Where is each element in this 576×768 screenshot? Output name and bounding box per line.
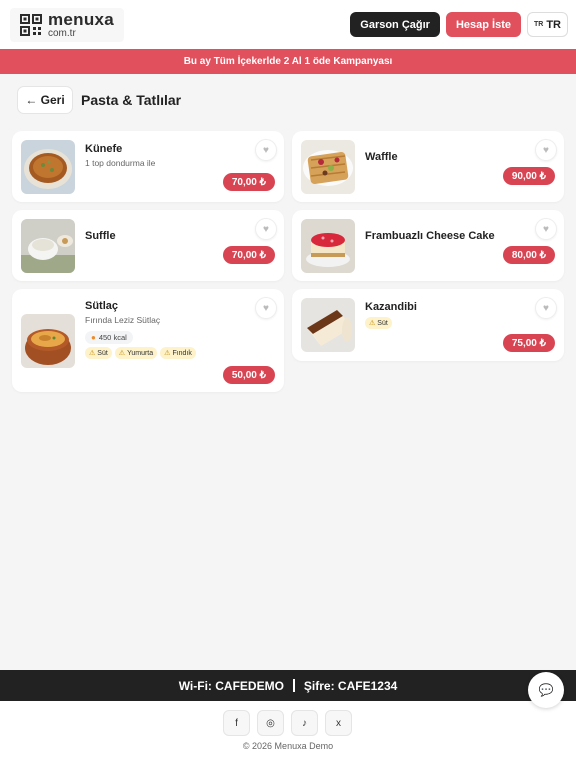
wifi-name: Wi-Fi: CAFEDEMO [178, 678, 284, 693]
warning-icon: ⚠ [89, 350, 96, 357]
heart-icon[interactable]: ♥ [535, 218, 557, 240]
price-badge: 70,00 ₺ [222, 246, 275, 264]
allergen-tag: ⚠ Süt [85, 347, 112, 359]
language-code: TR [546, 18, 561, 31]
product-card-cheesecake[interactable]: Frambuazlı Cheese Cake ♥ 80,00 ₺ [292, 210, 564, 281]
request-bill-button[interactable]: Hesap İste [445, 12, 521, 37]
logo-name: menuxa [48, 9, 115, 29]
product-name: Waffle [365, 151, 398, 163]
allergen-label: Yumurta [127, 349, 154, 357]
allergen-list: ⚠ Süt [365, 317, 392, 329]
product-name: Kazandibi [365, 301, 417, 313]
facebook-icon[interactable]: f [223, 710, 250, 736]
chat-icon[interactable]: 💬 [528, 672, 564, 708]
kazandibi-image [301, 298, 355, 352]
warning-icon: ⚠ [369, 320, 376, 327]
sutlac-image [21, 314, 75, 368]
product-name: Frambuazlı Cheese Cake [365, 230, 495, 242]
price-badge: 75,00 ₺ [502, 334, 555, 352]
heart-icon[interactable]: ♥ [535, 139, 557, 161]
suffle-image [21, 219, 75, 273]
allergen-list: ⚠ Süt ⚠ Yumurta ⚠ Fındık [85, 347, 196, 359]
calorie-badge: ● 450 kcal [85, 331, 133, 344]
price-badge: 70,00 ₺ [222, 173, 275, 191]
instagram-icon[interactable]: ◎ [257, 710, 284, 736]
allergen-label: Fındık [172, 349, 192, 357]
tiktok-icon[interactable]: ♪ [291, 710, 318, 736]
heart-icon[interactable]: ♥ [255, 139, 277, 161]
divider [292, 679, 295, 692]
subheader: ← Geri Pasta & Tatlılar [17, 86, 181, 114]
logo-text: menuxa com.tr [48, 11, 114, 39]
header: menuxa com.tr Garson Çağır Hesap İste TR… [0, 0, 576, 49]
kunefe-image [21, 140, 75, 194]
wifi-password: Şifre: CAFE1234 [303, 678, 398, 693]
price-badge: 80,00 ₺ [502, 246, 555, 264]
language-selector[interactable]: TR TR [526, 12, 568, 37]
product-card-suffle[interactable]: Suffle ♥ 70,00 ₺ [12, 210, 284, 281]
heart-icon[interactable]: ♥ [535, 297, 557, 319]
product-name: Suffle [85, 230, 116, 242]
flag-icon: TR [533, 21, 544, 28]
product-card-sutlac[interactable]: Sütlaç Fırında Leziz Sütlaç ● 450 kcal ⚠… [12, 289, 284, 392]
allergen-label: Süt [97, 349, 108, 357]
product-description: 1 top dondurma ile [85, 158, 156, 168]
call-waiter-button[interactable]: Garson Çağır [350, 12, 440, 37]
logo-domain: com.tr [48, 27, 76, 39]
logo[interactable]: menuxa com.tr [10, 7, 125, 42]
social-links: f ◎ ♪ x [223, 710, 352, 736]
allergen-tag: ⚠ Yumurta [114, 347, 158, 359]
product-description: Fırında Leziz Sütlaç [85, 315, 161, 325]
campaign-banner: Bu ay Tüm İçekerlde 2 Al 1 öde Kampanyas… [0, 49, 576, 74]
header-actions: Garson Çağır Hesap İste TR TR [350, 12, 568, 37]
product-card-kazandibi[interactable]: Kazandibi ⚠ Süt ♥ 75,00 ₺ [292, 289, 564, 361]
copyright: © 2026 Menuxa Demo [242, 741, 334, 751]
calorie-value: 450 kcal [98, 333, 127, 342]
heart-icon[interactable]: ♥ [255, 218, 277, 240]
cheesecake-image [301, 219, 355, 273]
footer: f ◎ ♪ x © 2026 Menuxa Demo [0, 701, 576, 768]
page-title: Pasta & Tatlılar [81, 92, 182, 108]
heart-icon[interactable]: ♥ [255, 297, 277, 319]
price-badge: 50,00 ₺ [222, 366, 275, 384]
product-name: Künefe [85, 143, 123, 155]
qr-code-icon [20, 13, 42, 36]
warning-icon: ⚠ [164, 350, 171, 357]
price-badge: 90,00 ₺ [502, 167, 555, 185]
x-icon[interactable]: x [325, 710, 352, 736]
flame-icon: ● [91, 333, 96, 342]
allergen-tag: ⚠ Süt [365, 317, 392, 329]
wifi-bar: Wi-Fi: CAFEDEMO Şifre: CAFE1234 [0, 670, 576, 701]
product-card-kunefe[interactable]: Künefe 1 top dondurma ile ♥ 70,00 ₺ [12, 131, 284, 202]
product-name: Sütlaç [85, 300, 119, 312]
product-card-waffle[interactable]: Waffle ♥ 90,00 ₺ [292, 131, 564, 202]
waffle-image [301, 140, 355, 194]
warning-icon: ⚠ [118, 350, 126, 357]
allergen-label: Süt [377, 319, 388, 327]
back-button[interactable]: ← Geri [17, 86, 73, 114]
allergen-tag: ⚠ Fındık [160, 347, 196, 359]
